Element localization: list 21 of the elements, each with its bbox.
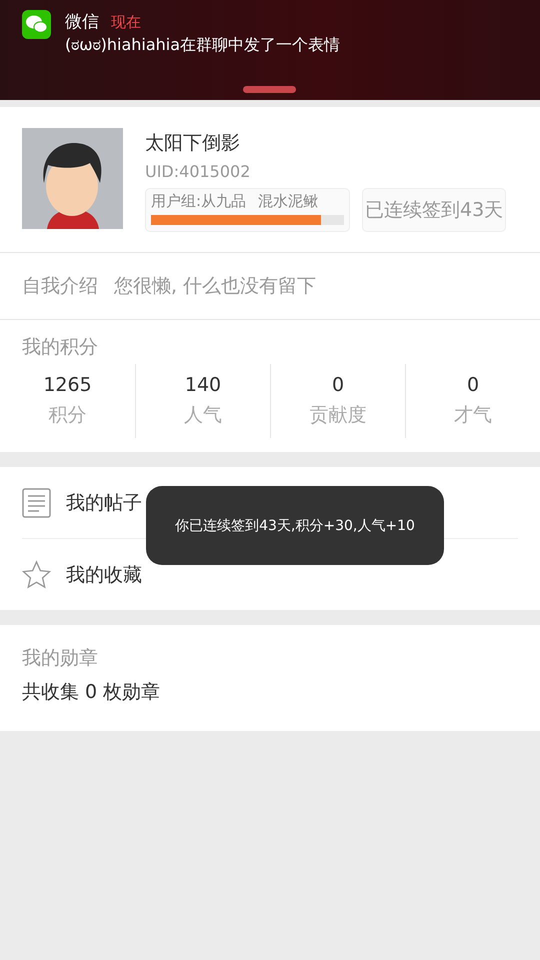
checkin-toast: 你已连续签到43天,积分+30,人气+10	[146, 486, 444, 565]
stat-label: 才气	[454, 403, 492, 428]
stat-value: 0	[466, 374, 480, 396]
stat-label: 积分	[48, 403, 86, 428]
notification-time: 现在	[111, 13, 141, 32]
user-group: 用户组:从九品	[151, 192, 246, 211]
user-name: 太阳下倒影	[145, 131, 241, 156]
medals-summary: 共收集 0 枚勋章	[21, 680, 162, 705]
stat-value: 0	[332, 374, 344, 396]
stat-value: 140	[184, 374, 222, 396]
intro-text: 您很懒, 什么也没有留下	[114, 274, 316, 299]
stat-value: 1265	[43, 374, 92, 396]
stat-label: 人气	[184, 403, 222, 428]
app-name: 微信	[65, 11, 99, 33]
rank-title: 混水泥鳅	[258, 192, 318, 211]
intro-label: 自我介绍	[22, 274, 98, 299]
medals-title: 我的勋章	[21, 646, 99, 671]
notification-message: (ಠωಠ)hiahiahia在群聊中发了一个表情	[65, 35, 340, 56]
user-id: UID:4015002	[145, 162, 252, 181]
points-title: 我的积分	[21, 335, 99, 360]
stat-label: 贡献度	[310, 403, 366, 428]
